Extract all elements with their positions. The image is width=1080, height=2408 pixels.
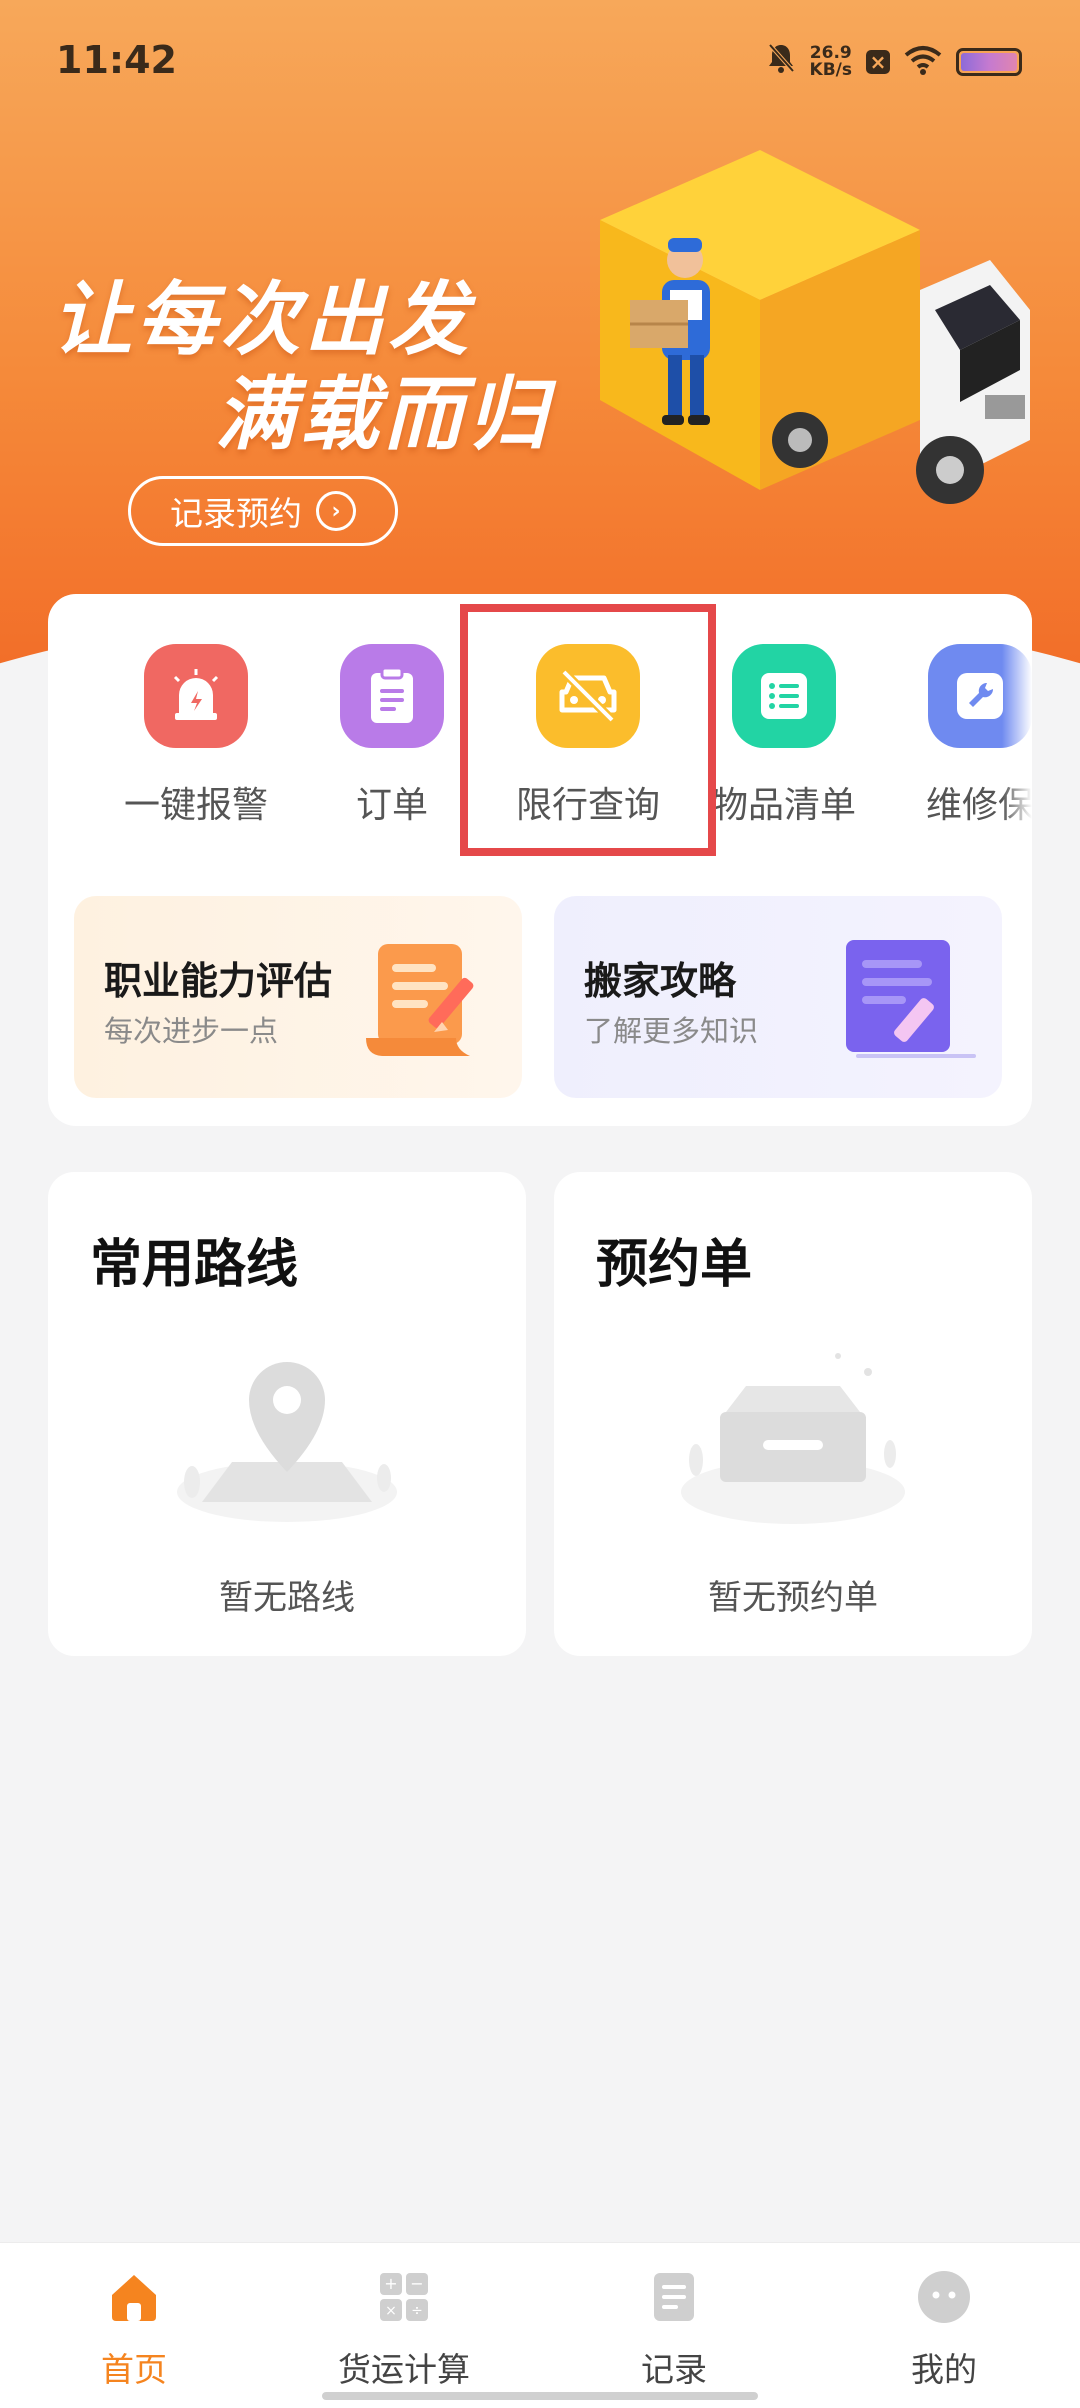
promo-title: 搬家攻略 <box>584 959 737 1003</box>
truck-illustration <box>600 150 1030 504</box>
profile-icon <box>918 2271 970 2323</box>
wifi-icon <box>904 45 942 79</box>
promo-title: 职业能力评估 <box>104 959 333 1003</box>
empty-tray-icon <box>681 1353 905 1524</box>
home-indicator[interactable] <box>322 2392 758 2400</box>
slogan-line-2: 满载而归 <box>215 368 551 461</box>
common-routes-card[interactable]: 常用路线 暂无路线 <box>48 1172 526 1656</box>
nav-item-freight-calculator[interactable]: + − × ÷ 货运计算 <box>304 2269 504 2391</box>
nav-item-home[interactable]: 首页 <box>34 2269 234 2391</box>
status-bar: 11:42 26.9 KB/s × <box>0 0 1080 125</box>
bottom-navigation: 首页 + − × ÷ 货运计算 记录 我的 <box>0 2242 1080 2408</box>
promo-subtitle: 每次进步一点 <box>104 1014 279 1048</box>
menu-scroll-fade <box>1002 594 1032 844</box>
document-pen-icon <box>846 940 976 1058</box>
chevron-right-icon: › <box>316 491 356 531</box>
bell-off-icon <box>766 42 796 82</box>
menu-item-label: 一键报警 <box>123 785 268 826</box>
promo-moving-guide[interactable]: 搬家攻略 了解更多知识 <box>554 896 1002 1098</box>
svg-text:−: − <box>410 2274 423 2293</box>
record-booking-button[interactable]: 记录预约 › <box>128 476 398 546</box>
home-icon <box>112 2275 156 2321</box>
record-icon <box>654 2273 694 2321</box>
alarm-icon <box>144 644 248 748</box>
status-icons: 26.9 KB/s × <box>766 42 1022 82</box>
calculator-icon: + − × ÷ <box>380 2273 428 2321</box>
battery-icon <box>956 48 1022 76</box>
clipboard-icon <box>340 644 444 748</box>
quick-menu-card: 一键报警 订单 限行查询 物品清单 维修保 职业能力评估 每次进步一点 搬家攻略… <box>48 594 1032 1126</box>
network-speed-unit: KB/s <box>809 60 852 80</box>
network-speed: 26.9 KB/s <box>810 45 852 79</box>
promo-subtitle: 了解更多知识 <box>584 1014 759 1048</box>
nav-label: 首页 <box>101 2350 167 2389</box>
empty-state-text: 暂无预约单 <box>708 1578 878 1618</box>
nav-item-profile[interactable]: 我的 <box>844 2269 1044 2391</box>
scroll-pen-icon <box>366 944 474 1056</box>
nav-item-records[interactable]: 记录 <box>574 2269 774 2391</box>
nav-label: 我的 <box>911 2350 977 2389</box>
empty-state-text: 暂无路线 <box>219 1578 355 1618</box>
promo-career-assessment[interactable]: 职业能力评估 每次进步一点 <box>74 896 522 1098</box>
card-title: 常用路线 <box>90 1235 299 1295</box>
record-booking-label: 记录预约 <box>170 494 302 533</box>
nav-label: 货运计算 <box>338 2350 470 2389</box>
highlight-frame <box>460 604 716 856</box>
menu-item-alarm[interactable]: 一键报警 <box>96 644 296 828</box>
svg-text:×: × <box>385 2303 397 2319</box>
bookings-card[interactable]: 预约单 暂无预约单 <box>554 1172 1032 1656</box>
status-time: 11:42 <box>56 38 177 82</box>
card-title: 预约单 <box>596 1235 753 1295</box>
list-icon <box>732 644 836 748</box>
nav-label: 记录 <box>641 2350 707 2389</box>
map-pin-icon <box>177 1362 397 1522</box>
top-banner: 11:42 26.9 KB/s × 让每次出发 满载而归 记录预约 › <box>0 0 1080 680</box>
svg-text:+: + <box>384 2274 397 2293</box>
svg-text:÷: ÷ <box>411 2303 423 2319</box>
x-box-icon: × <box>866 50 890 74</box>
